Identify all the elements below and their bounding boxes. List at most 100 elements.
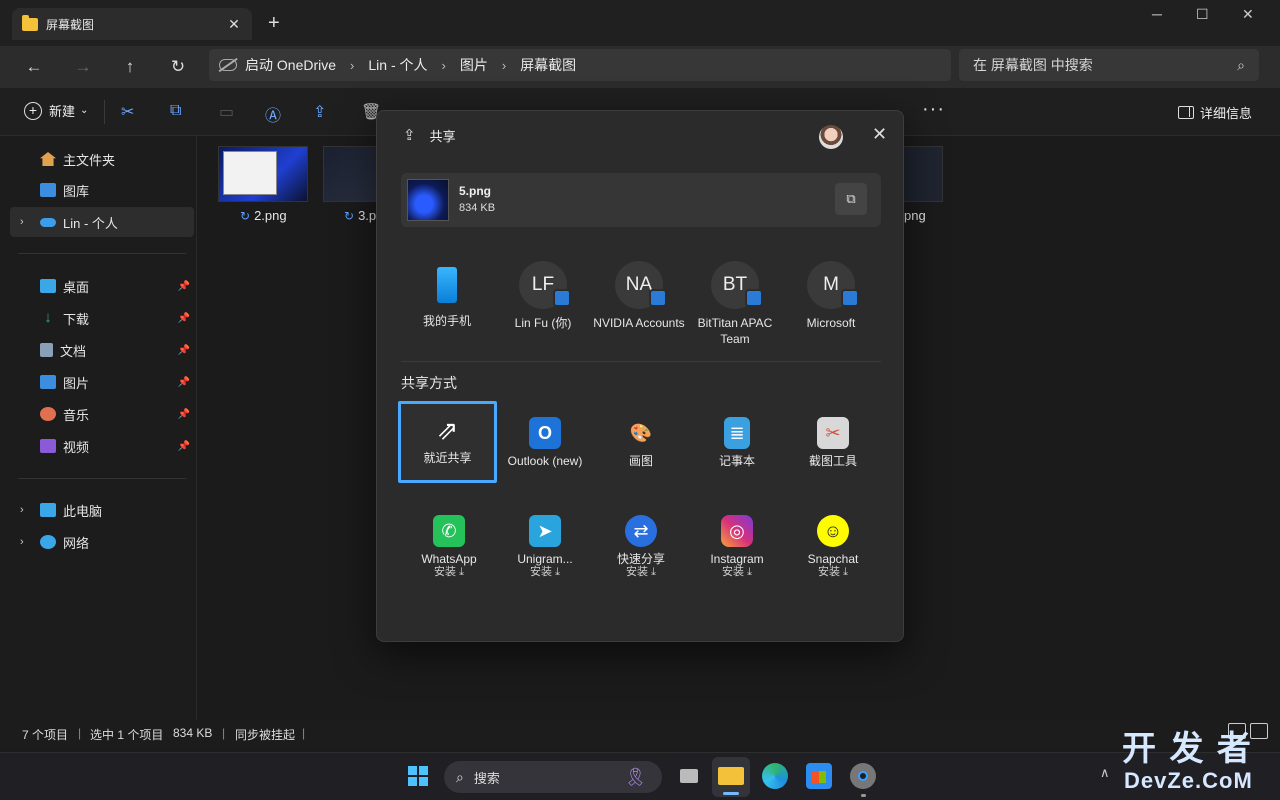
pin-icon[interactable]: 📌 (178, 409, 190, 420)
edge-icon[interactable] (762, 763, 788, 789)
minimize-button[interactable]: ─ (1152, 6, 1162, 22)
pin-icon[interactable]: 📌 (178, 281, 190, 292)
app-instagram[interactable]: ◎ Instagram 安装 ⤓ (689, 501, 785, 579)
address-bar[interactable]: 启动 OneDrive › Lin - 个人 › 图片 › 屏幕截图 (209, 49, 951, 81)
app-nearby-share[interactable]: ⇗ 就近共享 (398, 401, 497, 483)
breadcrumb-separator[interactable]: › (502, 58, 506, 73)
sidebar-item-music[interactable]: 音乐 📌 (10, 399, 194, 429)
app-paint[interactable]: 🎨 画图 (593, 403, 689, 481)
back-button[interactable]: ← (21, 54, 47, 80)
sidebar-item-documents[interactable]: 文档 📌 (10, 335, 194, 365)
selected-size: 834 KB (173, 726, 213, 740)
sidebar-item-downloads[interactable]: ↓ 下载 📌 (10, 303, 194, 333)
chevron-down-icon: ⌄ (80, 105, 89, 116)
telegram-icon: ➤ (529, 515, 561, 547)
file-thumbnail[interactable] (323, 146, 377, 202)
pin-icon[interactable]: 📌 (178, 345, 190, 356)
whatsapp-icon: ✆ (433, 515, 465, 547)
app-label: Snapchat (807, 552, 859, 566)
app-whatsapp[interactable]: ✆ WhatsApp 安装 ⤓ (401, 501, 497, 579)
file-name[interactable]: ↻ 3.p (344, 208, 376, 223)
share-dialog: ⇪ 共享 ✕ 5.png 834 KB ⧉ 我的手机 LF Lin Fu (你)… (376, 110, 904, 642)
pin-icon[interactable]: 📌 (178, 441, 190, 452)
selected-count: 选中 1 个项目 (90, 728, 164, 742)
breadcrumb-separator[interactable]: › (442, 58, 446, 73)
search-box[interactable]: 在 屏幕截图 中搜索 ⌕ (959, 49, 1259, 81)
tab-close-button[interactable]: ✕ (226, 16, 242, 33)
contact-lin-fu[interactable]: LF Lin Fu (你) (495, 261, 591, 331)
title-bar: 屏幕截图 ✕ + ─ ☐ ✕ (0, 0, 1280, 46)
breadcrumb-onedrive[interactable]: 启动 OneDrive (245, 55, 336, 75)
navigation-pane: 主文件夹 图库 › Lin - 个人 桌面 📌 ↓ 下载 📌 文档 📌 图片 📌… (0, 136, 197, 720)
close-button[interactable]: ✕ (872, 124, 887, 145)
details-button[interactable]: 详细信息 (1178, 103, 1252, 122)
pin-icon[interactable]: 📌 (178, 377, 190, 388)
new-tab-button[interactable]: + (268, 12, 280, 35)
app-label: 画图 (628, 454, 653, 468)
sidebar-item-videos[interactable]: 视频 📌 (10, 431, 194, 461)
chevron-right-icon[interactable]: › (20, 504, 24, 516)
sidebar-item-network[interactable]: › 网络 (10, 527, 194, 557)
cut-icon[interactable]: ✂ (121, 102, 134, 122)
maximize-button[interactable]: ☐ (1196, 6, 1209, 23)
sidebar-item-desktop[interactable]: 桌面 📌 (10, 271, 194, 301)
up-button[interactable]: ↑ (117, 54, 143, 80)
sync-icon: ↻ (240, 209, 251, 223)
sidebar-item-this-pc[interactable]: › 此电脑 (10, 495, 194, 525)
rename-icon[interactable]: Ⓐ (265, 102, 281, 126)
breadcrumb-lin[interactable]: Lin - 个人 (368, 55, 427, 75)
sidebar-item-home[interactable]: 主文件夹 (10, 144, 194, 174)
contact-label: Microsoft (806, 316, 856, 330)
breadcrumb-separator[interactable]: › (350, 58, 354, 73)
paste-icon[interactable]: ▭ (219, 102, 234, 122)
file-name[interactable]: png (904, 208, 926, 223)
status-divider: | (222, 726, 226, 740)
task-view-icon[interactable] (676, 763, 702, 789)
pin-icon[interactable]: 📌 (178, 313, 190, 324)
contact-nvidia[interactable]: NA NVIDIA Accounts (591, 261, 687, 331)
app-snapchat[interactable]: ☺ Snapchat 安装 ⤓ (785, 501, 881, 579)
file-thumbnail[interactable] (903, 146, 943, 202)
sidebar-item-onedrive[interactable]: › Lin - 个人 (10, 207, 194, 237)
search-input[interactable]: 在 屏幕截图 中搜索 (973, 55, 1237, 75)
new-button[interactable]: + 新建 ⌄ (24, 101, 88, 120)
app-unigram[interactable]: ➤ Unigram... 安装 ⤓ (497, 501, 593, 579)
store-icon[interactable] (806, 763, 832, 789)
app-notepad[interactable]: ≣ 记事本 (689, 403, 785, 481)
chevron-right-icon[interactable]: › (20, 216, 24, 228)
app-outlook[interactable]: O Outlook (new) (497, 403, 593, 481)
file-name[interactable]: ↻ 2.png (240, 208, 287, 223)
copy-icon[interactable]: ⧉ (170, 102, 181, 120)
avatar[interactable] (819, 125, 843, 149)
install-label: 安装 ⤓ (626, 566, 656, 578)
app-quick-share[interactable]: ⇄ 快速分享 安装 ⤓ (593, 501, 689, 579)
show-hidden-icons-button[interactable]: ∧ (1100, 765, 1110, 781)
file-thumbnail[interactable] (218, 146, 308, 202)
share-section-title: 共享方式 (401, 375, 457, 391)
sidebar-item-pictures[interactable]: 图片 📌 (10, 367, 194, 397)
forward-button[interactable]: → (70, 54, 96, 80)
file-explorer-icon[interactable] (712, 757, 750, 797)
taskbar-search[interactable]: ⌕ 搜索 🎗 (444, 761, 662, 793)
contact-my-phone[interactable]: 我的手机 (399, 261, 495, 329)
breadcrumb-screenshots[interactable]: 屏幕截图 (520, 55, 576, 75)
start-icon[interactable] (405, 763, 431, 789)
sidebar-item-gallery[interactable]: 图库 (10, 175, 194, 205)
share-icon[interactable]: ⇪ (313, 102, 326, 122)
app-label: 就近共享 (423, 451, 472, 465)
app-snipping-tool[interactable]: ✂ 截图工具 (785, 403, 881, 481)
tab-screenshots[interactable]: 屏幕截图 ✕ (12, 8, 252, 40)
contact-microsoft[interactable]: M Microsoft (783, 261, 879, 331)
settings-icon[interactable] (850, 763, 876, 797)
chevron-right-icon[interactable]: › (20, 536, 24, 548)
install-label: 安装 ⤓ (818, 566, 848, 578)
sidebar-item-label: 网络 (63, 535, 90, 551)
close-window-button[interactable]: ✕ (1242, 6, 1254, 23)
app-label: 快速分享 (616, 552, 665, 566)
refresh-button[interactable]: ↻ (165, 54, 191, 80)
more-options-button[interactable]: ··· (922, 98, 945, 121)
copy-button[interactable]: ⧉ (835, 183, 867, 215)
breadcrumb-pictures[interactable]: 图片 (460, 55, 488, 75)
contact-bittitan[interactable]: BT BitTitan APAC Team (687, 261, 783, 347)
watermark: 开 发 者 (1122, 730, 1253, 768)
